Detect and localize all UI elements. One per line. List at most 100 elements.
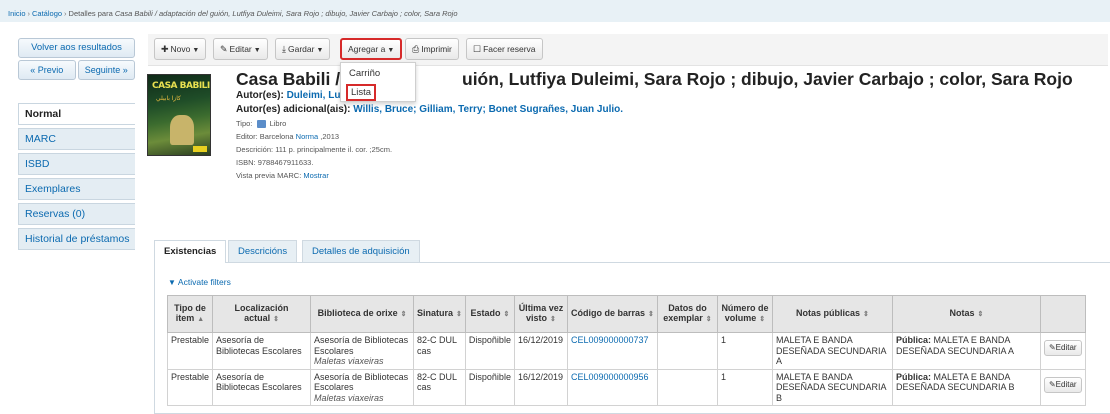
column-header[interactable]: Biblioteca de orixe ⇕ [310, 295, 415, 333]
save-button[interactable]: ⤓ Gardar ▼ [275, 38, 331, 60]
cell-volume: 1 [716, 368, 773, 406]
book-icon [256, 120, 266, 129]
barcode-link[interactable]: CEL009000000956 [571, 372, 649, 382]
notes-label: Pública: [895, 335, 931, 345]
cell-volume: 1 [716, 332, 773, 370]
cell-actions: ✎Editar [1039, 332, 1086, 370]
view-tab-isbd[interactable]: ISBD [18, 153, 135, 175]
cell-home-library: Asesoría de Bibliotecas Escolares Maletas… [310, 368, 415, 406]
add-to-button[interactable]: Agregar a ▼ [340, 38, 403, 60]
view-tab-items[interactable]: Exemplares [18, 178, 135, 200]
column-header[interactable]: Número de volume ⇕ [716, 295, 773, 333]
record-toolbar: ✚ Novo ▼ ✎ Editar ▼ ⤓ Gardar ▼ Agregar a ▼ ⎙ Imp… [148, 34, 1108, 66]
sort-icon: ⇕ [400, 311, 407, 318]
record-title-continued: uión, Lutfiya Duleimi, Sara Rojo ; dibuj… [462, 69, 1073, 89]
place-hold-button[interactable]: ☐ Facer reserva [466, 38, 543, 60]
isbn-value: 9788467911633. [257, 158, 314, 167]
menu-item-cart[interactable]: Carriño [349, 68, 380, 79]
cell-public-notes: MALETA E BANDA DESEÑADA SECUNDARIA A [771, 332, 893, 370]
type-value: Libro [269, 119, 287, 128]
column-header[interactable]: Código de barras ⇕ [566, 295, 658, 333]
next-button[interactable]: Seguinte » [77, 60, 135, 80]
sort-icon: ⇕ [503, 311, 510, 318]
view-tabs: Normal MARC ISBD Exemplares Reservas (0)… [18, 103, 135, 253]
column-header[interactable]: Notas ⇕ [891, 295, 1041, 333]
view-tab-checkout-history[interactable]: Historial de préstamos [18, 228, 135, 250]
results-nav: Volver aos resultados « Previo Seguinte … [18, 38, 135, 80]
book-cover-image[interactable]: CASA BABILI كازا بابيلي [147, 74, 211, 156]
view-tab-normal[interactable]: Normal [18, 103, 135, 125]
sort-icon: ⇕ [705, 316, 712, 323]
cell-notes: Pública: MALETA E BANDA DESEÑADA SECUNDA… [891, 332, 1041, 370]
breadcrumb: Inicio › Catálogo › Detalles para Casa Babil… [0, 0, 1110, 22]
cell-item-type: Prestable [166, 368, 214, 406]
cell-actions: ✎Editar [1039, 368, 1086, 406]
column-header-actions [1039, 295, 1086, 333]
author-link[interactable]: Duleimi, Lut [287, 90, 344, 101]
type-line: Tipo: Libro [236, 119, 287, 129]
edit-item-button[interactable]: ✎Editar [1043, 340, 1082, 356]
publisher-line: Editor: Barcelona Norma ,2013 [236, 132, 339, 141]
cell-call-number: 82-C DUL cas [413, 332, 466, 370]
back-to-results-button[interactable]: Volver aos resultados [18, 38, 135, 58]
column-header[interactable]: Tipo de item ▲ [166, 295, 214, 333]
new-button[interactable]: ✚ Novo ▼ [154, 38, 207, 60]
edit-button[interactable]: ✎ Editar ▼ [213, 38, 268, 60]
tab-descriptions[interactable]: Descricións [228, 240, 298, 262]
sort-icon: ⇕ [273, 316, 279, 323]
isbn-label: ISBN: [236, 158, 256, 167]
cell-status: Dispoñible [464, 332, 515, 370]
column-header[interactable]: Última vez visto ⇕ [513, 295, 568, 333]
sort-icon: ⇕ [977, 311, 984, 318]
added-authors-link[interactable]: Willis, Bruce; Gilliam, Terry; Bonet Sug… [353, 104, 623, 115]
cell-home-library-sub: Maletas viaxeiras [314, 356, 384, 366]
breadcrumb-separator: › [64, 9, 67, 18]
tab-holdings[interactable]: Existencias [154, 240, 227, 263]
breadcrumb-home-link[interactable]: Inicio [8, 9, 26, 18]
notes-label: Pública: [895, 371, 931, 382]
caret-down-icon: ▼ [192, 47, 200, 54]
previous-button[interactable]: « Previo [18, 60, 76, 80]
cell-last-seen: 16/12/2019 [513, 332, 568, 370]
column-header[interactable]: Notas públicas ⇕ [771, 295, 893, 333]
breadcrumb-separator: › [27, 9, 31, 18]
menu-item-list[interactable]: Lista [346, 84, 377, 101]
add-to-dropdown-menu: Carriño Lista [340, 62, 416, 102]
place-hold-label: Facer reserva [483, 44, 536, 54]
caret-down-icon: ▼ [253, 47, 261, 54]
added-authors-label: Autor(es) adicional(ais): [236, 104, 351, 115]
activate-filters-label: Activate filters [177, 277, 231, 287]
cover-title: CASA BABILI [152, 81, 210, 91]
marc-preview-link[interactable]: Mostrar [303, 171, 328, 180]
authors-line: Autor(es): Duleimi, Lut [236, 90, 344, 101]
isbn-line: ISBN: 9788467911633. [236, 158, 313, 167]
column-header[interactable]: Localización actual ⇕ [212, 295, 312, 333]
publisher-link[interactable]: Norma [296, 132, 319, 141]
table-row: Prestable Asesoría de Bibliotecas Escola… [166, 368, 1086, 406]
edit-label: Editar [229, 44, 252, 54]
cell-enumeration [656, 368, 718, 406]
edit-item-button[interactable]: ✎Editar [1043, 376, 1082, 393]
view-tab-marc[interactable]: MARC [18, 128, 135, 150]
sort-icon: ⇕ [863, 311, 869, 318]
cell-last-seen: 16/12/2019 [513, 368, 568, 406]
download-icon: ⤓ [282, 44, 286, 54]
sort-icon: ⇕ [759, 316, 766, 323]
sort-icon: ⇕ [648, 311, 654, 318]
activate-filters-link[interactable]: ▼ Activate filters [168, 277, 231, 287]
record-pager: « Previo Seguinte » [18, 60, 135, 80]
breadcrumb-current-prefix: Detalles para [68, 9, 115, 18]
column-header[interactable]: Estado ⇕ [464, 295, 515, 333]
cell-enumeration [656, 332, 718, 370]
barcode-link[interactable]: CEL009000000737 [571, 335, 649, 345]
description-label: Descrición: [236, 145, 274, 154]
tab-acquisition-details[interactable]: Detalles de adquisición [302, 240, 420, 262]
print-button[interactable]: ⎙ Imprimir [405, 38, 459, 60]
view-tab-holds[interactable]: Reservas (0) [18, 203, 135, 225]
breadcrumb-catalog-link[interactable]: Catálogo [32, 9, 62, 18]
column-header[interactable]: Sinatura ⇕ [413, 295, 466, 333]
pencil-icon: ✎ [1048, 343, 1056, 352]
cell-call-number: 82-C DUL cas [413, 368, 466, 406]
print-label: Imprimir [421, 44, 452, 54]
column-header[interactable]: Datos do exemplar ⇕ [656, 295, 718, 333]
